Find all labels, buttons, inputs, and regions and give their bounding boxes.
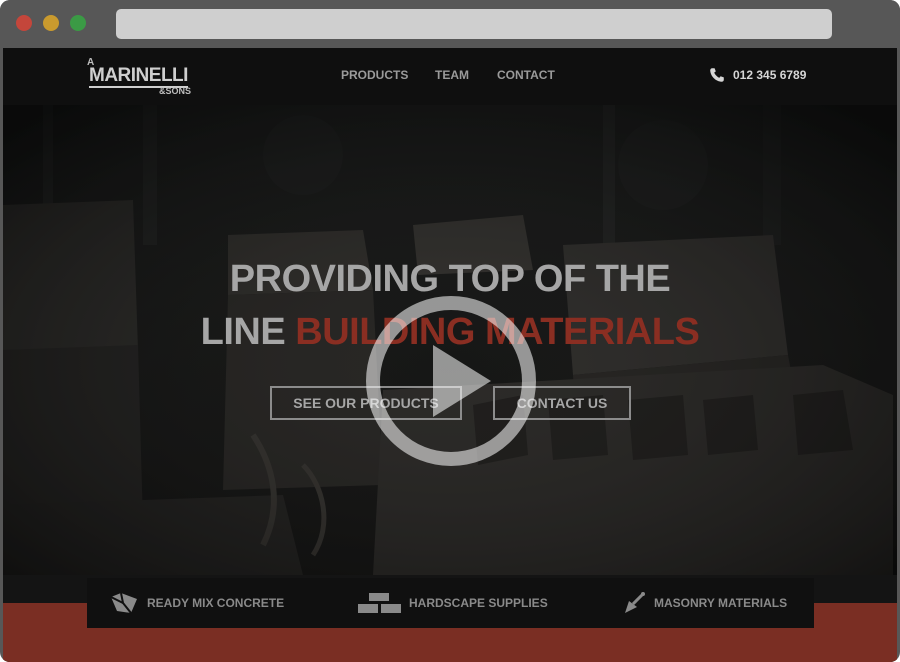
minimize-window-button[interactable] xyxy=(43,15,59,31)
logo-main-text: MARINELLI xyxy=(89,65,188,88)
phone-number: 012 345 6789 xyxy=(733,68,807,82)
maximize-window-button[interactable] xyxy=(70,15,86,31)
feature-bar: READY MIX CONCRETE HARDSCAPE SUPPLIES MA… xyxy=(87,578,814,628)
close-window-button[interactable] xyxy=(16,15,32,31)
feature-label-hardscape-supplies: HARDSCAPE SUPPLIES xyxy=(409,596,548,610)
phone-icon xyxy=(710,68,724,82)
play-icon[interactable] xyxy=(363,293,539,469)
company-logo[interactable]: A MARINELLI &SONS xyxy=(87,58,205,96)
website-viewport: A MARINELLI &SONS PRODUCTS TEAM CONTACT … xyxy=(3,48,897,662)
feature-label-ready-mix-concrete: READY MIX CONCRETE xyxy=(147,596,285,610)
hero-section: PROVIDING TOP OF THE LINE BUILDING MATER… xyxy=(3,105,897,575)
feature-hardscape-supplies[interactable]: HARDSCAPE SUPPLIES xyxy=(357,578,557,628)
browser-chrome xyxy=(0,0,900,48)
trowel-icon xyxy=(625,592,645,613)
nav-link-team[interactable]: TEAM xyxy=(435,68,469,82)
site-header: A MARINELLI &SONS PRODUCTS TEAM CONTACT … xyxy=(3,48,897,105)
bricks-icon xyxy=(358,593,401,613)
nav-link-contact[interactable]: CONTACT xyxy=(497,68,555,82)
hero-heading-plain-text: LINE xyxy=(200,311,286,353)
concrete-icon xyxy=(110,592,137,614)
feature-label-masonry-materials: MASONRY MATERIALS xyxy=(654,596,788,610)
nav-link-products[interactable]: PRODUCTS xyxy=(341,68,408,82)
feature-masonry-materials[interactable]: MASONRY MATERIALS xyxy=(623,578,813,628)
logo-sub-text: &SONS xyxy=(159,86,192,96)
address-bar[interactable] xyxy=(116,9,832,39)
feature-ready-mix-concrete[interactable]: READY MIX CONCRETE xyxy=(109,578,299,628)
browser-window: A MARINELLI &SONS PRODUCTS TEAM CONTACT … xyxy=(0,0,900,662)
